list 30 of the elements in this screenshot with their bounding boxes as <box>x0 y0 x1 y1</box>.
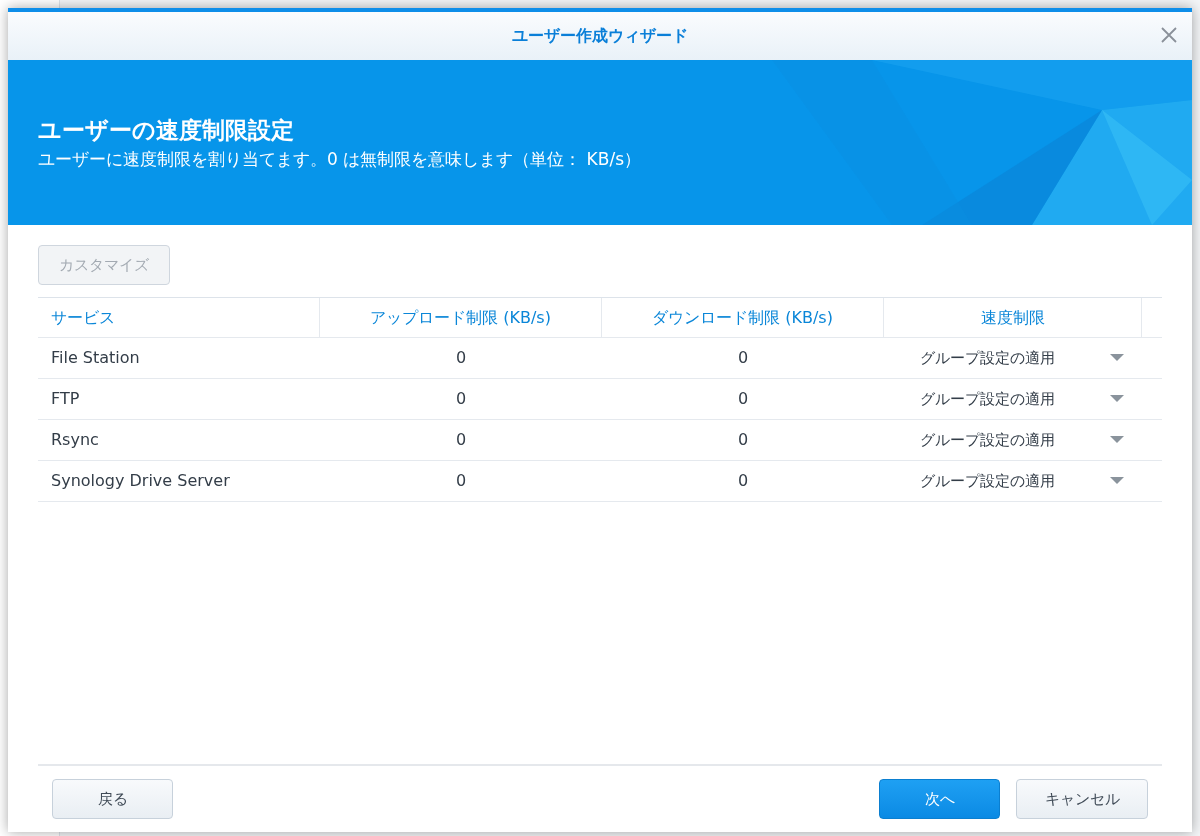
table-cell-text: File Station <box>51 347 140 369</box>
caret-icon <box>1110 477 1124 485</box>
table-cell-text: FTP <box>51 388 80 410</box>
table-cell-text: 0 <box>737 347 749 369</box>
header-title: ユーザーの速度制限設定 <box>38 115 295 145</box>
table-cell-text: 0 <box>455 347 467 369</box>
table-cell-text: 0 <box>737 429 749 451</box>
table-cell-text: 0 <box>455 470 467 492</box>
caret-icon <box>1110 395 1124 403</box>
column-header[interactable]: アップロード制限 (KB/s) <box>370 305 551 330</box>
table-cell-text: Rsync <box>51 429 99 451</box>
column-header[interactable]: ダウンロード制限 (KB/s) <box>652 305 833 330</box>
speed-limit-dropdown[interactable]: グループ設定の適用 <box>884 424 1134 456</box>
column-header[interactable]: 速度制限 <box>980 305 1045 330</box>
table-cell-text: Synology Drive Server <box>51 470 230 492</box>
close-icon[interactable] <box>1160 26 1178 44</box>
cancel-button[interactable]: キャンセル <box>1016 779 1148 819</box>
window-title: ユーザー作成ウィザード <box>512 25 688 47</box>
caret-icon <box>1110 436 1124 444</box>
table-cell-text: 0 <box>737 470 749 492</box>
table-cell-text: 0 <box>455 429 467 451</box>
back-button[interactable]: 戻る <box>52 779 173 819</box>
table-cell-text: 0 <box>455 388 467 410</box>
column-header[interactable]: サービス <box>51 305 115 330</box>
speed-limit-dropdown[interactable]: グループ設定の適用 <box>884 342 1134 374</box>
table-cell-text: 0 <box>737 388 749 410</box>
speed-limit-dropdown[interactable]: グループ設定の適用 <box>884 465 1134 497</box>
header-description: ユーザーに速度制限を割り当てます。0 は無制限を意味します（単位： KB/s） <box>38 147 643 171</box>
speed-limit-dropdown[interactable]: グループ設定の適用 <box>884 383 1134 415</box>
caret-icon <box>1110 354 1124 362</box>
